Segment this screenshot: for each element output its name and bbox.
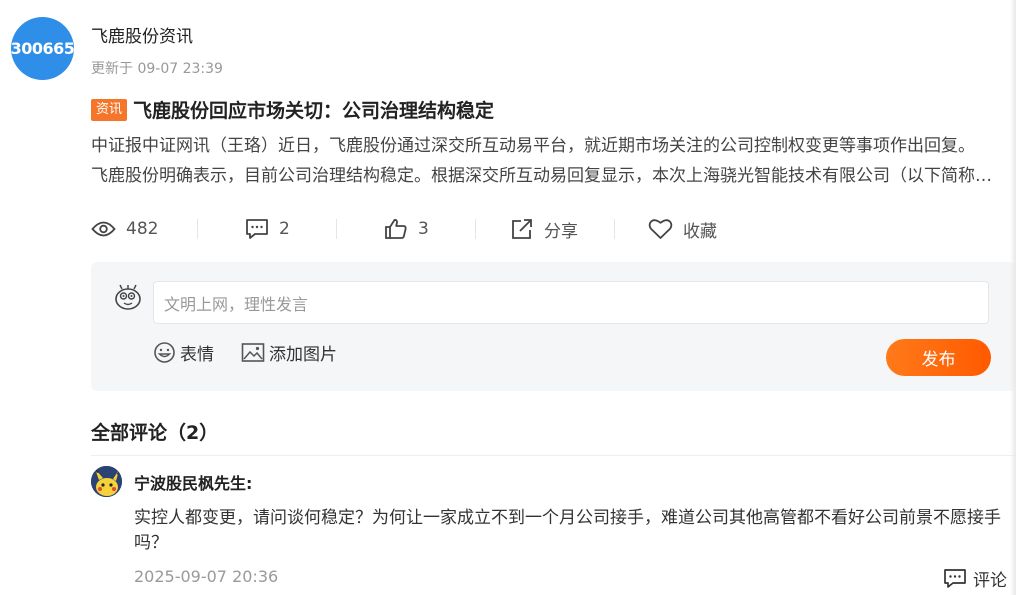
views-value: 482 [126, 219, 159, 239]
update-time: 更新于 09-07 23:39 [91, 61, 223, 77]
summary-line: 飞鹿股份明确表示，目前公司治理结构稳定。根据深交所互动易回复显示，本次上海骁光智… [91, 166, 992, 186]
comment-time: 2025-09-07 20:36 [134, 567, 279, 586]
share-label: 分享 [544, 221, 578, 242]
pikachu-avatar-icon [91, 466, 122, 497]
summary-line: 中证报中证网讯（王珞）近日，飞鹿股份通过深交所互动易平台，就近期市场关注的公司控… [91, 136, 975, 156]
favorite-button[interactable]: 收藏 [648, 214, 717, 244]
reply-button[interactable]: 评论 [943, 566, 1007, 591]
mascot-icon [115, 284, 141, 310]
share-button[interactable]: 分享 [510, 214, 578, 244]
divider [336, 219, 337, 239]
comments-value: 2 [279, 219, 290, 239]
views-count: 482 [91, 214, 158, 244]
news-tag: 资讯 [91, 98, 128, 121]
smiley-icon [154, 342, 175, 363]
comment-icon [944, 569, 966, 588]
action-bar: 482 2 3 分享 收藏 [91, 214, 721, 244]
thumbs-up-icon [385, 219, 407, 239]
source-avatar[interactable]: 300665 [11, 17, 75, 80]
add-image-label: 添加图片 [269, 345, 337, 365]
likes-value: 3 [418, 219, 429, 239]
divider [197, 219, 198, 239]
scroll-edge [1010, 0, 1016, 595]
comment-button[interactable]: 2 [245, 214, 290, 244]
divider [475, 219, 476, 239]
comment-text: 实控人都变更，请问谈何稳定？为何让一家成立不到一个月公司接手，难道公司其他高管都… [134, 508, 1001, 553]
like-button[interactable]: 3 [384, 214, 429, 244]
article-summary[interactable]: 中证报中证网讯（王珞）近日，飞鹿股份通过深交所互动易平台，就近期市场关注的公司控… [91, 131, 1009, 191]
emoji-button[interactable]: 表情 [153, 340, 214, 365]
heart-icon [648, 219, 673, 239]
comment-composer: 文明上网，理性发言 表情 添加图片 发布 [91, 262, 1016, 391]
favorite-label: 收藏 [683, 221, 717, 242]
comment-username[interactable]: 宁波股民枫先生: [134, 470, 252, 494]
article-headline[interactable]: 资讯 飞鹿股份回应市场关切：公司治理结构稳定 [91, 96, 494, 123]
reply-label: 评论 [973, 571, 1007, 591]
avatar[interactable] [91, 466, 122, 497]
comments-heading: 全部评论（2） [91, 422, 219, 444]
publish-button[interactable]: 发布 [886, 339, 991, 376]
emoji-label: 表情 [180, 345, 214, 365]
image-icon [241, 343, 265, 362]
comment-icon [246, 219, 268, 239]
add-image-button[interactable]: 添加图片 [241, 340, 337, 365]
divider [614, 219, 615, 239]
share-icon [512, 219, 532, 239]
divider [91, 455, 1016, 456]
source-name[interactable]: 飞鹿股份资讯 [91, 22, 193, 47]
article-title[interactable]: 飞鹿股份回应市场关切：公司治理结构稳定 [133, 96, 494, 123]
comment-input[interactable]: 文明上网，理性发言 [153, 281, 989, 324]
eye-icon [91, 221, 116, 237]
